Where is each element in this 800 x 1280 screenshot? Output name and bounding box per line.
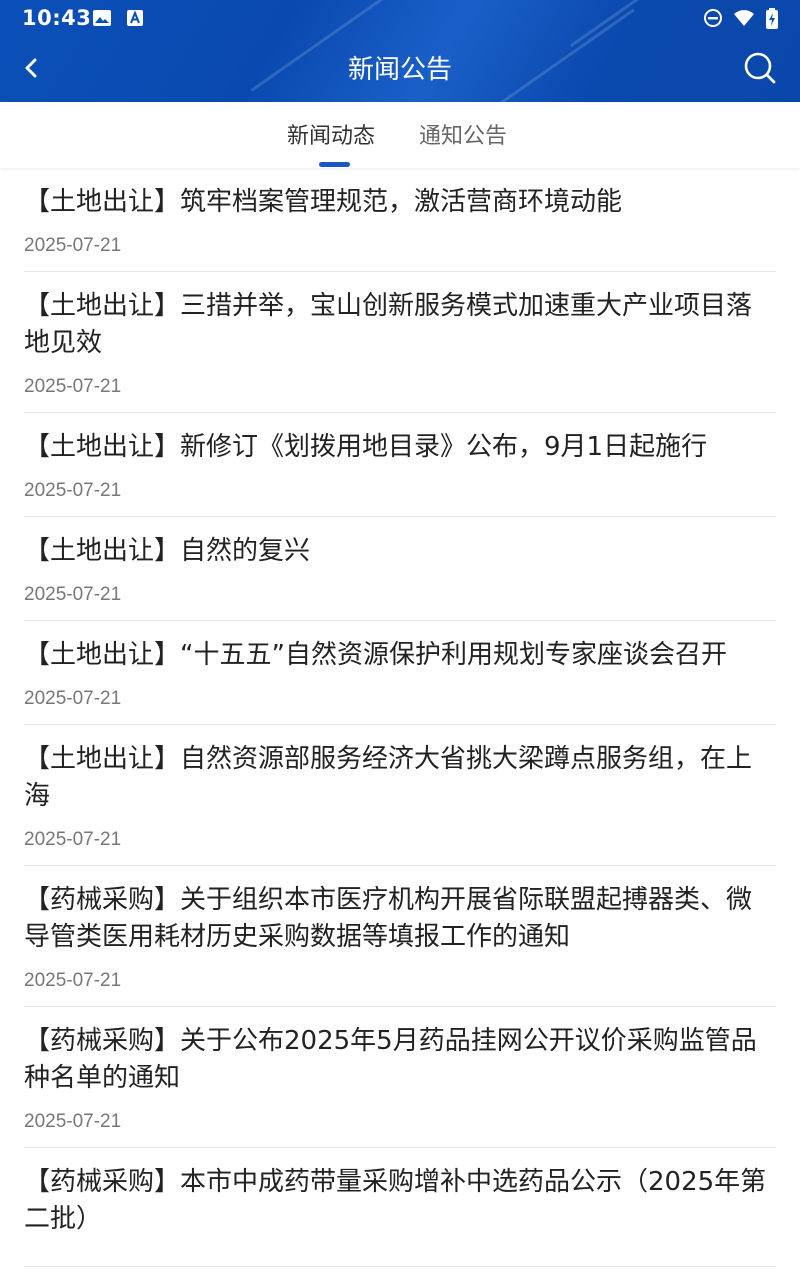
news-title: 【土地出让】自然资源部服务经济大省挑大梁蹲点服务组，在上海 xyxy=(24,744,753,811)
keyboard-a-icon xyxy=(127,10,143,26)
status-time: 10:43 xyxy=(22,6,92,30)
news-item[interactable]: 【药械采购】关于组织本市医疗机构开展省际联盟起搏器类、微导管类医用耗材历史采购数… xyxy=(24,866,776,1007)
news-date: 2025-07-21 xyxy=(24,1111,122,1132)
news-item[interactable]: 【土地出让】三措并举，宝山创新服务模式加速重大产业项目落地见效 2025-07-… xyxy=(24,272,776,413)
news-item[interactable]: 【药械采购】本市中成药带量采购增补中选药品公示（2025年第二批） xyxy=(24,1148,776,1267)
news-date: 2025-07-21 xyxy=(24,688,122,709)
news-title: 【药械采购】关于组织本市医疗机构开展省际联盟起搏器类、微导管类医用耗材历史采购数… xyxy=(24,885,753,952)
news-item[interactable]: 【药械采购】关于公布2025年5月药品挂网公开议价采购监管品种名单的通知 202… xyxy=(24,1007,776,1148)
news-date: 2025-07-21 xyxy=(24,970,122,991)
do-not-disturb-icon xyxy=(704,9,722,27)
news-date: 2025-07-21 xyxy=(24,235,122,256)
news-item[interactable]: 【土地出让】筑牢档案管理规范，激活营商环境动能 2025-07-21 xyxy=(24,168,776,272)
news-list: 【土地出让】筑牢档案管理规范，激活营商环境动能 2025-07-21 【土地出让… xyxy=(0,168,800,1267)
news-title: 【药械采购】关于公布2025年5月药品挂网公开议价采购监管品种名单的通知 xyxy=(24,1026,757,1093)
news-item[interactable]: 【土地出让】新修订《划拨用地目录》公布，9月1日起施行 2025-07-21 xyxy=(24,413,776,517)
image-icon xyxy=(93,10,111,26)
tab-news[interactable]: 新闻动态 xyxy=(287,118,375,150)
status-bar: 10:43 xyxy=(0,0,800,36)
news-item[interactable]: 【土地出让】自然资源部服务经济大省挑大梁蹲点服务组，在上海 2025-07-21 xyxy=(24,725,776,866)
search-icon[interactable] xyxy=(742,50,778,86)
news-title: 【土地出让】三措并举，宝山创新服务模式加速重大产业项目落地见效 xyxy=(24,291,753,358)
news-item[interactable]: 【土地出让】“十五五”自然资源保护利用规划专家座谈会召开 2025-07-21 xyxy=(24,621,776,725)
news-title: 【土地出让】自然的复兴 xyxy=(24,536,311,566)
news-title: 【土地出让】“十五五”自然资源保护利用规划专家座谈会召开 xyxy=(24,640,727,670)
active-tab-indicator xyxy=(319,162,350,167)
news-title: 【土地出让】新修订《划拨用地目录》公布，9月1日起施行 xyxy=(24,432,708,462)
battery-icon xyxy=(766,8,778,29)
wifi-icon xyxy=(734,10,754,26)
tab-notices[interactable]: 通知公告 xyxy=(419,118,507,150)
news-item[interactable]: 【土地出让】自然的复兴 2025-07-21 xyxy=(24,517,776,621)
news-title: 【药械采购】本市中成药带量采购增补中选药品公示（2025年第二批） xyxy=(24,1167,767,1234)
news-date: 2025-07-21 xyxy=(24,376,122,397)
app-header: 10:43 新闻公告 xyxy=(0,0,800,102)
news-title: 【土地出让】筑牢档案管理规范，激活营商环境动能 xyxy=(24,187,623,217)
tab-bar: 新闻动态 通知公告 xyxy=(0,102,800,168)
news-date: 2025-07-21 xyxy=(24,584,122,605)
news-date: 2025-07-21 xyxy=(24,480,122,501)
news-date: 2025-07-21 xyxy=(24,829,122,850)
page-title: 新闻公告 xyxy=(347,55,452,85)
